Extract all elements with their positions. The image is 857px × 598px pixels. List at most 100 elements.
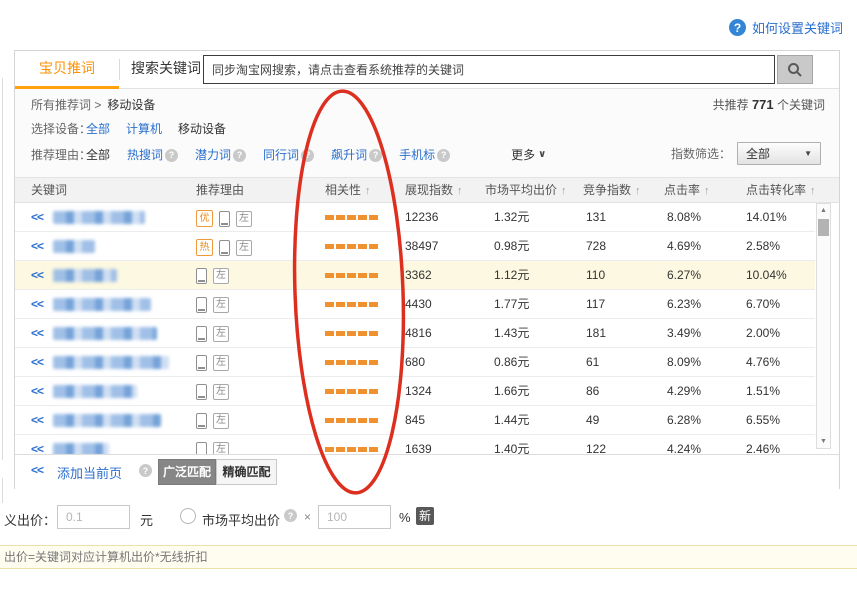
market-avg-price-value: 1.44元 (494, 406, 529, 434)
table-row[interactable]: <<左13241.66元864.29%1.51% (15, 377, 815, 406)
custom-bid-label: 义出价： (4, 510, 56, 529)
table-row[interactable]: <<左33621.12元1106.27%10.04% (15, 261, 815, 290)
column-header-7[interactable]: 点击率↑ (664, 178, 710, 203)
add-keyword-arrows-icon[interactable]: << (31, 377, 43, 405)
add-keyword-arrows-icon[interactable]: << (31, 319, 43, 347)
left-badge: 左 (236, 211, 252, 227)
add-page-help-icon[interactable]: ? (139, 464, 152, 477)
mobile-phone-icon (196, 355, 207, 371)
device-option-全部[interactable]: 全部 (86, 120, 110, 138)
competition-index-value: 131 (586, 203, 606, 231)
mobile-phone-icon (196, 297, 207, 313)
reason-option[interactable]: 同行词? (263, 146, 314, 164)
more-filters-toggle[interactable]: 更多∨ (511, 146, 546, 164)
column-header-3[interactable]: 相关性↑ (325, 178, 371, 203)
competition-index-value: 86 (586, 377, 599, 405)
table-row[interactable]: <<左44301.77元1176.23%6.70% (15, 290, 815, 319)
column-header-6[interactable]: 竞争指数↑ (583, 178, 641, 203)
reason-help-icon[interactable]: ? (301, 149, 314, 162)
reason-option-潜力词[interactable]: 潜力词 (195, 146, 231, 164)
market-average-price-label[interactable]: 市场平均出价 (202, 510, 280, 529)
relevance-bars (325, 215, 378, 220)
sort-arrow-icon[interactable]: ↑ (561, 185, 567, 197)
breadcrumb-root[interactable]: 所有推荐词 > (31, 98, 101, 112)
add-keyword-arrows-icon[interactable]: << (31, 261, 43, 289)
reason-help-icon[interactable]: ? (165, 149, 178, 162)
percent-input[interactable] (318, 505, 391, 529)
sort-arrow-icon[interactable]: ↑ (365, 185, 371, 197)
device-option[interactable]: 移动设备 (178, 120, 226, 138)
cvr-value: 2.58% (746, 232, 780, 260)
table-row[interactable]: <<左8451.44元496.28%6.55% (15, 406, 815, 435)
table-row[interactable]: <<优左122361.32元1318.08%14.01% (15, 203, 815, 232)
keyword-search-input[interactable] (203, 55, 775, 84)
how-to-set-keywords-link[interactable]: ? 如何设置关键词 (729, 18, 843, 37)
scrollbar-thumb[interactable] (818, 219, 829, 236)
wireless-bid-notice: 出价=关键词对应计算机出价*无线折扣 (0, 545, 857, 569)
device-option-移动设备[interactable]: 移动设备 (178, 120, 226, 138)
ctr-value: 6.23% (667, 290, 701, 318)
tab-search-keyword[interactable]: 搜索关键词 (120, 51, 212, 86)
impression-index-value: 4816 (405, 319, 432, 347)
market-price-help-icon[interactable]: ? (284, 509, 297, 522)
table-row[interactable]: <<热左384970.98元7284.69%2.58% (15, 232, 815, 261)
reason-filter-label: 推荐理由： (31, 146, 91, 164)
table-row[interactable]: <<左48161.43元1813.49%2.00% (15, 319, 815, 348)
add-keyword-arrows-icon[interactable]: << (31, 290, 43, 318)
device-option-计算机[interactable]: 计算机 (126, 120, 162, 138)
reason-option[interactable]: 全部 (86, 146, 110, 164)
search-button[interactable] (777, 55, 813, 84)
sort-arrow-icon[interactable]: ↑ (635, 185, 641, 197)
sort-arrow-icon[interactable]: ↑ (457, 185, 463, 197)
add-keyword-arrows-icon[interactable]: << (31, 406, 43, 434)
custom-bid-input[interactable] (57, 505, 130, 529)
reason-option[interactable]: 潜力词? (195, 146, 246, 164)
left-badge: 左 (213, 442, 229, 454)
ctr-value: 4.69% (667, 232, 701, 260)
scroll-up-arrow-icon[interactable]: ▲ (817, 204, 830, 217)
scroll-down-arrow-icon[interactable]: ▼ (817, 435, 830, 448)
table-row[interactable]: <<左16391.40元1224.24%2.46% (15, 435, 815, 454)
broad-match-button[interactable]: 广泛匹配 (158, 459, 216, 485)
reason-option-飙升词[interactable]: 飙升词 (331, 146, 367, 164)
reason-option[interactable]: 手机标? (399, 146, 450, 164)
ctr-value: 6.27% (667, 261, 701, 289)
outer-panel-left-edge (2, 78, 3, 460)
index-filter-dropdown[interactable]: 全部 ▼ (737, 142, 821, 165)
competition-index-value: 728 (586, 232, 606, 260)
reason-badges: 左 (196, 442, 229, 454)
device-option[interactable]: 计算机 (126, 120, 162, 138)
device-option[interactable]: 全部 (86, 120, 110, 138)
table-row[interactable]: <<左6800.86元618.09%4.76% (15, 348, 815, 377)
reason-option-同行词[interactable]: 同行词 (263, 146, 299, 164)
add-keyword-arrows-icon[interactable]: << (31, 435, 43, 454)
add-keyword-arrows-icon[interactable]: << (31, 348, 43, 376)
reason-help-icon[interactable]: ? (233, 149, 246, 162)
reason-badges: 左 (196, 297, 229, 313)
filter-area: 所有推荐词 >移动设备 共推荐 771 个关键词 选择设备： 全部计算机移动设备… (15, 89, 839, 177)
column-header-8[interactable]: 点击转化率↑ (746, 178, 816, 203)
add-keyword-arrows-icon[interactable]: << (31, 232, 43, 260)
table-header: 关键词推荐理由相关性↑展现指数↑市场平均出价↑竞争指数↑点击率↑点击转化率↑ (15, 177, 839, 203)
sort-arrow-icon[interactable]: ↑ (704, 185, 710, 197)
reason-help-icon[interactable]: ? (369, 149, 382, 162)
reason-option-全部[interactable]: 全部 (86, 146, 110, 164)
reason-option[interactable]: 热搜词? (127, 146, 178, 164)
column-header-4[interactable]: 展现指数↑ (405, 178, 463, 203)
sort-arrow-icon[interactable]: ↑ (810, 185, 816, 197)
keyword-recommendation-panel: 宝贝推词 搜索关键词 所有推荐词 >移动设备 共推荐 771 个关键词 选择设备… (14, 50, 840, 489)
tab-item-recommend[interactable]: 宝贝推词 (15, 51, 119, 89)
add-keyword-arrows-icon[interactable]: << (31, 203, 43, 231)
column-header-5[interactable]: 市场平均出价↑ (485, 178, 567, 203)
reason-option-手机标[interactable]: 手机标 (399, 146, 435, 164)
exact-match-button[interactable]: 精确匹配 (216, 459, 277, 485)
reason-option[interactable]: 飙升词? (331, 146, 382, 164)
relevance-bars (325, 418, 378, 423)
market-price-radio[interactable] (180, 508, 196, 524)
reason-option-热搜词[interactable]: 热搜词 (127, 146, 163, 164)
ctr-value: 8.08% (667, 203, 701, 231)
add-page-arrows-icon[interactable]: << (31, 463, 43, 477)
reason-help-icon[interactable]: ? (437, 149, 450, 162)
add-current-page-link[interactable]: 添加当前页 (57, 463, 122, 482)
table-scrollbar[interactable]: ▲ ▼ (816, 203, 831, 449)
